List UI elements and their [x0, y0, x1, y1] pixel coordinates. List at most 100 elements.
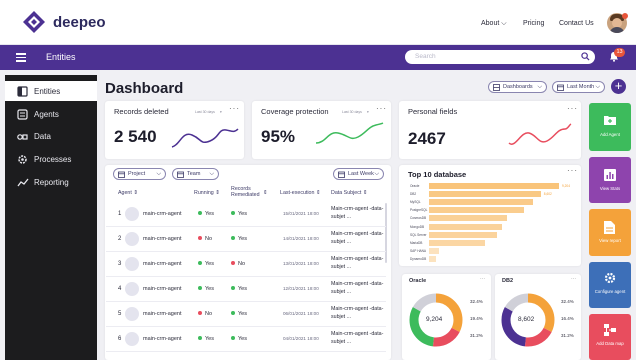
agent-avatar-icon	[125, 207, 139, 221]
sidebar-item-processes[interactable]: Processes	[5, 149, 97, 169]
table-row[interactable]: 3 main-crm-agent Yes No 13/01/2021 18:00 Main…	[106, 252, 386, 277]
add-agent-button[interactable]: Add Agent	[589, 103, 631, 151]
agent-name[interactable]: main-crm-agent	[143, 211, 182, 217]
more-options-icon[interactable]: ···	[376, 104, 387, 113]
gear-icon	[604, 272, 616, 284]
bar[interactable]	[429, 255, 436, 262]
kpi-since: Last 30 days	[195, 110, 215, 114]
sidebar-item-agents[interactable]: Agents	[5, 104, 97, 124]
more-options-icon[interactable]: ···	[567, 104, 578, 113]
column-header-last-execution[interactable]: Last-execution ⇕	[280, 190, 320, 196]
kpi-card-personal-fields: Personal fields ··· 2467	[399, 101, 581, 159]
reporting-icon	[17, 178, 29, 187]
kpi-value: 95%	[261, 127, 296, 146]
bar[interactable]	[429, 207, 524, 214]
remediated-status: Yes	[231, 286, 247, 292]
bar-value-label: 8,602	[543, 192, 552, 197]
table-row[interactable]: 5 main-crm-agent No Yes 06/01/2021 18:00 Main…	[106, 302, 386, 327]
period-dropdown[interactable]: Last Month ⌵	[552, 81, 605, 93]
agent-name[interactable]: main-crm-agent	[143, 311, 182, 317]
project-filter[interactable]: Project ⌵	[113, 168, 166, 180]
running-status: Yes	[198, 261, 214, 267]
table-row[interactable]: 1 main-crm-agent Yes Yes 15/01/2021 18:00 Mai…	[106, 202, 386, 227]
team-filter[interactable]: Team ⌵	[172, 168, 219, 180]
add-widget-button[interactable]: +	[611, 79, 626, 94]
more-options-icon[interactable]: ···	[567, 166, 578, 175]
agent-avatar-icon	[125, 307, 139, 321]
status-dot	[231, 311, 235, 315]
bar[interactable]	[429, 183, 559, 189]
period-filter[interactable]: Last Week ⌵	[333, 168, 384, 180]
nav-about[interactable]: About ⌵	[481, 20, 507, 28]
kpi-value: 2 540	[114, 127, 157, 146]
bar[interactable]	[429, 215, 507, 222]
chevron-down-icon: ⌵	[156, 171, 161, 177]
view-report-button[interactable]: View report	[589, 209, 631, 256]
status-dot	[198, 311, 202, 315]
remediated-status: No	[231, 261, 245, 267]
donut-total: 9,204	[426, 316, 443, 323]
plus-icon: +	[614, 78, 623, 93]
table-row[interactable]: 6 main-crm-agent Yes Yes 04/01/2021 18:00 Mai…	[106, 327, 386, 352]
sidebar-item-reporting[interactable]: Reporting	[5, 172, 97, 192]
more-options-icon[interactable]: ···	[480, 276, 485, 282]
agent-name[interactable]: main-crm-agent	[143, 286, 182, 292]
kpi-title: Personal fields	[408, 107, 458, 116]
nav-contact[interactable]: Contact Us	[559, 20, 594, 27]
sort-icon[interactable]: ⇕	[263, 190, 267, 196]
nav-pricing[interactable]: Pricing	[523, 20, 544, 27]
column-header-running[interactable]: Running ⇕	[194, 190, 220, 196]
bar[interactable]	[429, 231, 497, 238]
bar[interactable]	[429, 247, 440, 254]
dashboards-dropdown[interactable]: Dashboards ⌵	[488, 81, 547, 93]
search-input[interactable]: Search	[405, 50, 595, 64]
chevron-down-icon[interactable]: ▾	[367, 110, 369, 114]
column-header-agent[interactable]: Agent ⇕	[118, 190, 138, 196]
data-subject: Main-crm-agent -data-subjet ...	[331, 306, 384, 320]
sidebar-item-entities[interactable]: Entities	[5, 81, 97, 101]
bar[interactable]	[429, 223, 502, 230]
add-data-map-button[interactable]: Add Data map	[589, 314, 631, 360]
hamburger-menu-icon[interactable]	[16, 53, 26, 62]
page-title: Dashboard	[105, 80, 184, 97]
column-header-data-subject[interactable]: Data Subject ⇕	[331, 190, 367, 196]
sort-icon: ⇕	[315, 190, 321, 196]
top-bar: deepeo About ⌵ Pricing Contact Us	[0, 0, 636, 45]
agent-name[interactable]: main-crm-agent	[143, 261, 182, 267]
column-header-records-remediated[interactable]: Records Remediated	[231, 186, 267, 198]
deepeo-logo-icon[interactable]	[22, 10, 46, 34]
agent-name[interactable]: main-crm-agent	[143, 336, 182, 342]
top10-title: Top 10 database	[408, 170, 467, 179]
sort-icon: ⇕	[362, 190, 368, 196]
bar[interactable]	[429, 199, 533, 206]
remediated-status: Yes	[231, 311, 247, 317]
stats-icon	[604, 169, 616, 181]
chevron-down-icon[interactable]: ▾	[220, 110, 222, 114]
bar[interactable]	[429, 191, 541, 198]
status-dot	[231, 286, 235, 290]
row-number: 5	[118, 311, 122, 317]
brand-name[interactable]: deepeo	[53, 14, 106, 31]
sidebar-item-data[interactable]: Data	[5, 126, 97, 146]
bar-label: DynamoDB	[410, 256, 427, 261]
table-row[interactable]: 4 main-crm-agent Yes Yes 12/01/2021 18:00 Mai…	[106, 277, 386, 302]
bar[interactable]	[429, 239, 485, 246]
row-number: 2	[118, 236, 122, 242]
grid-icon	[493, 84, 500, 91]
running-status: Yes	[198, 211, 214, 217]
agent-name[interactable]: main-crm-agent	[143, 236, 182, 242]
data-icon	[17, 134, 28, 140]
more-options-icon[interactable]: ···	[571, 276, 576, 282]
view-stats-button[interactable]: View Stats	[589, 157, 631, 203]
donut-title: Oracle	[409, 278, 427, 284]
more-options-icon[interactable]: ···	[229, 104, 240, 113]
configure-agent-button[interactable]: Configure agent	[589, 262, 631, 308]
calendar-icon	[557, 84, 564, 91]
kpi-trend-sparkline	[508, 123, 572, 145]
row-number: 3	[118, 261, 122, 267]
kpi-card-coverage-protection: Coverage protection Last 30 days ▾ ··· 9…	[252, 101, 391, 159]
search-icon[interactable]	[581, 52, 590, 61]
kpi-title: Records deleted	[114, 107, 169, 116]
status-dot	[231, 236, 235, 240]
table-row[interactable]: 2 main-crm-agent No Yes 14/01/2021 18:00 Main…	[106, 227, 386, 252]
